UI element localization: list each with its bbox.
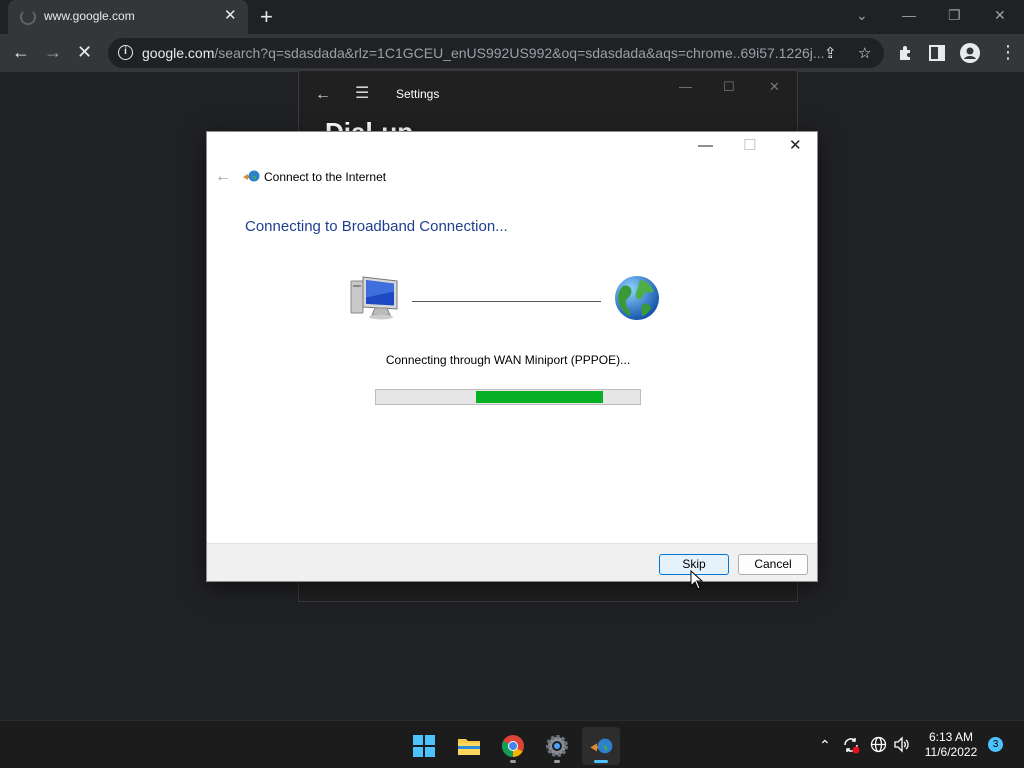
browser-tab-strip: www.google.com ✕ + ⌄ — ❐ ✕ — [0, 0, 1024, 34]
connection-status-text: Connecting through WAN Miniport (PPPOE).… — [385, 353, 631, 367]
url-path: /search?q=sdasdada&rlz=1C1GCEU_enUS992US… — [214, 45, 825, 61]
running-indicator — [510, 760, 516, 763]
stop-loading-icon[interactable]: ✕ — [77, 42, 92, 62]
mouse-cursor-icon — [690, 570, 704, 590]
computer-icon — [350, 276, 398, 320]
connect-internet-icon — [590, 738, 613, 754]
back-icon[interactable]: ← — [12, 42, 30, 62]
tab-title: www.google.com — [44, 9, 135, 23]
tab-search-icon[interactable]: ⌄ — [856, 6, 868, 24]
minimize-icon[interactable]: — — [902, 6, 916, 24]
share-icon[interactable]: ⇪ — [824, 44, 837, 62]
show-hidden-icons-icon[interactable]: ⌃ — [819, 737, 831, 753]
connection-progress-bar — [375, 389, 641, 405]
progress-fill — [476, 391, 603, 403]
profile-avatar-icon[interactable] — [960, 43, 980, 63]
browser-toolbar: ← → ✕ i google.com/search?q=sdasdada&rlz… — [0, 34, 1024, 72]
dialog-footer: Skip Cancel — [207, 543, 817, 581]
dialog-close-icon[interactable]: ✕ — [789, 138, 802, 154]
notification-badge[interactable]: 3 — [988, 737, 1003, 752]
new-tab-icon[interactable]: + — [260, 6, 273, 28]
windows-logo-icon — [413, 735, 435, 757]
settings-back-icon[interactable]: ← — [315, 87, 331, 103]
connection-line — [412, 301, 601, 302]
settings-close-icon[interactable]: ✕ — [769, 79, 780, 95]
settings-maximize-icon[interactable]: ☐ — [723, 79, 735, 95]
globe-icon — [615, 276, 659, 320]
chrome-icon — [501, 735, 524, 757]
gear-icon — [546, 735, 568, 757]
site-info-icon[interactable]: i — [118, 45, 133, 60]
cancel-button[interactable]: Cancel — [738, 554, 808, 575]
address-bar[interactable]: i google.com/search?q=sdasdada&rlz=1C1GC… — [108, 38, 884, 68]
system-clock[interactable]: 6:13 AM 11/6/2022 — [918, 730, 984, 760]
browser-tab[interactable]: www.google.com ✕ — [8, 0, 248, 34]
volume-icon[interactable] — [893, 736, 911, 753]
settings-minimize-icon[interactable]: — — [679, 79, 692, 94]
taskbar: ⌃ 6:13 AM 11/6/2022 3 — [0, 720, 1024, 768]
network-globe-icon[interactable] — [870, 736, 887, 753]
tab-close-icon[interactable]: ✕ — [224, 7, 237, 25]
restore-icon[interactable]: ❐ — [948, 6, 961, 24]
clock-time: 6:13 AM — [928, 730, 974, 744]
taskbar-file-explorer[interactable] — [450, 727, 488, 765]
start-button[interactable] — [405, 727, 443, 765]
dialog-minimize-icon[interactable]: — — [698, 138, 713, 154]
close-window-icon[interactable]: ✕ — [994, 6, 1006, 24]
settings-menu-icon[interactable]: ☰ — [355, 86, 369, 102]
address-url: google.com/search?q=sdasdada&rlz=1C1GCEU… — [142, 45, 825, 61]
menu-kebab-icon[interactable]: ⋮ — [999, 42, 1017, 62]
dialog-back-icon[interactable]: ← — [215, 168, 231, 186]
dialog-app-title: Connect to the Internet — [264, 170, 387, 184]
folder-icon — [458, 739, 480, 755]
forward-icon[interactable]: → — [44, 42, 62, 62]
url-host: google.com — [142, 45, 215, 61]
bookmark-star-icon[interactable]: ☆ — [858, 44, 871, 62]
sync-alert-icon[interactable] — [842, 736, 860, 754]
settings-title: Settings — [396, 87, 440, 101]
dialog-heading: Connecting to Broadband Connection... — [245, 218, 508, 235]
side-panel-icon[interactable] — [929, 45, 945, 61]
connect-dialog: — ☐ ✕ ← Connect to the Internet Connecti… — [206, 131, 818, 582]
extensions-icon[interactable] — [897, 44, 915, 62]
loading-spinner-icon — [20, 9, 36, 25]
taskbar-connect-internet[interactable] — [582, 727, 620, 765]
dialog-maximize-icon: ☐ — [743, 137, 757, 154]
taskbar-settings[interactable] — [538, 727, 576, 765]
clock-date: 11/6/2022 — [924, 745, 978, 759]
connect-app-icon — [243, 170, 260, 182]
running-indicator — [594, 760, 608, 763]
taskbar-chrome[interactable] — [494, 727, 532, 765]
running-indicator — [554, 760, 560, 763]
